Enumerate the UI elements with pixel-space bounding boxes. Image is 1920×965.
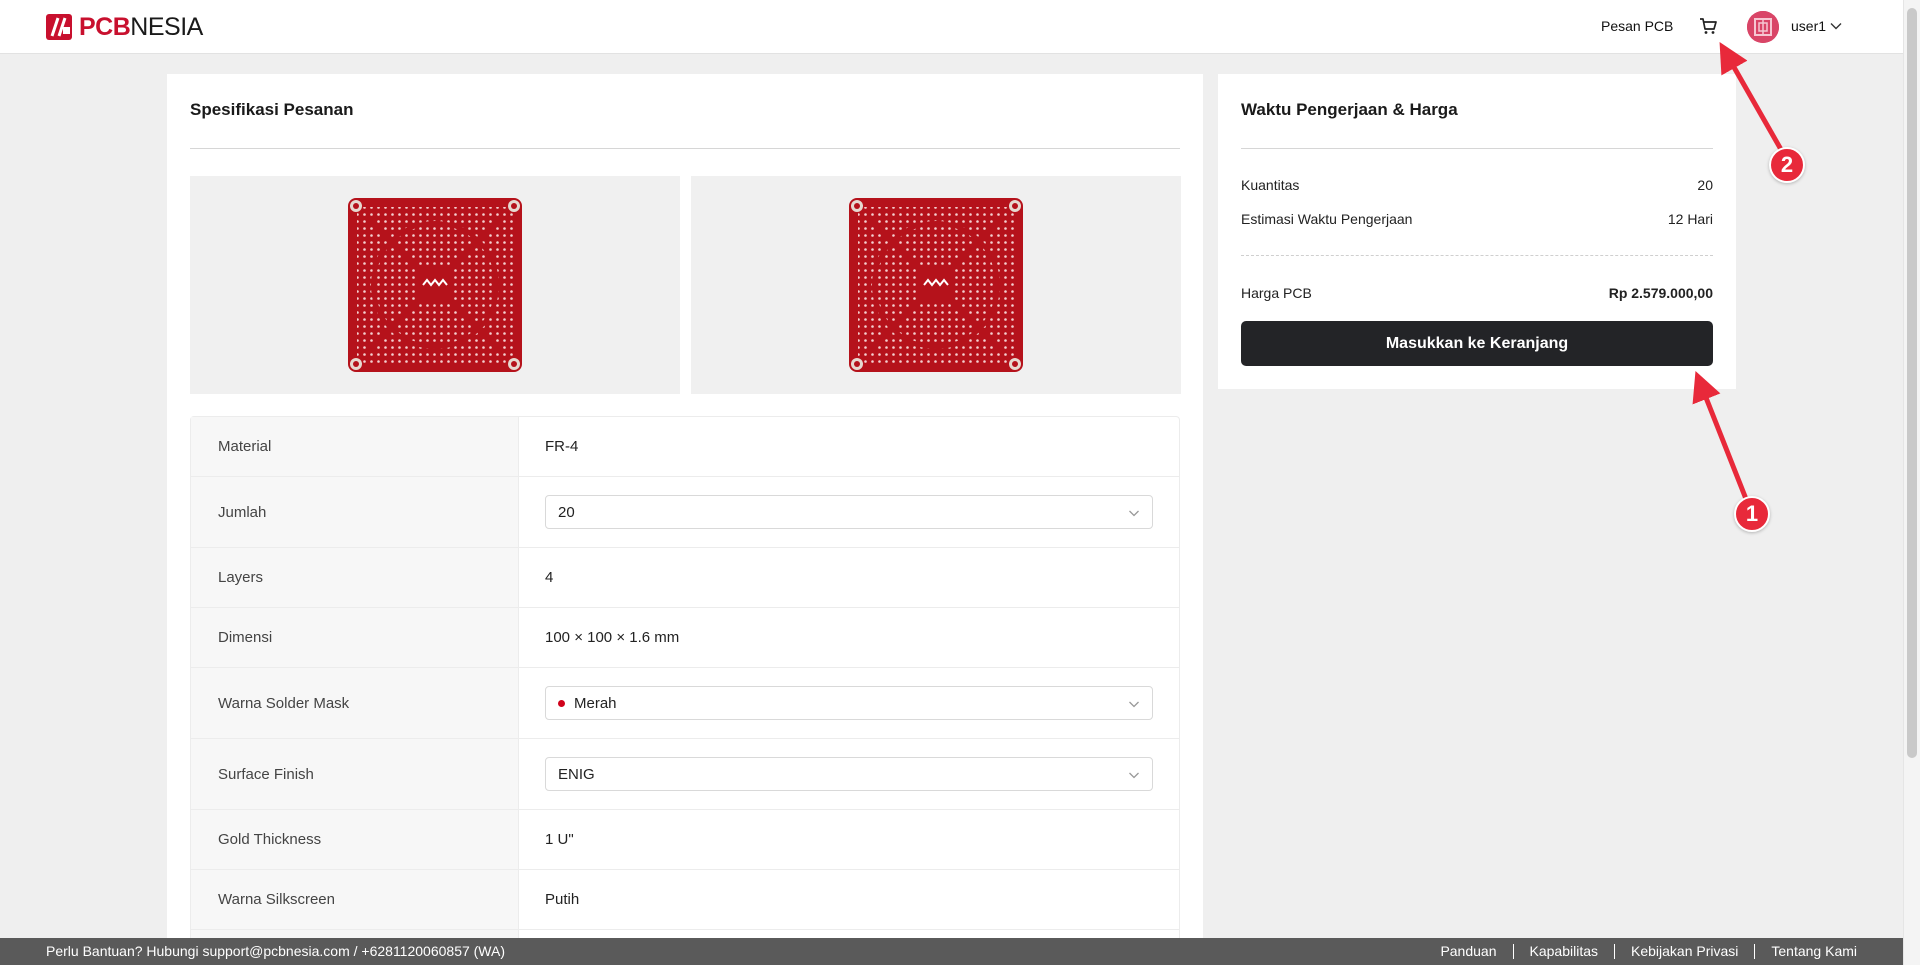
- page-scrollbar[interactable]: [1903, 0, 1920, 965]
- footer: Perlu Bantuan? Hubungi support@pcbnesia.…: [0, 938, 1903, 965]
- annotation-badge-1: 1: [1734, 496, 1770, 532]
- pcb-preview-top: [190, 176, 680, 394]
- dashed-divider: [1241, 255, 1713, 256]
- chevron-down-icon: [1129, 772, 1139, 779]
- annotation-badge-2: 2: [1769, 147, 1805, 183]
- eta-value: 12 Hari: [1667, 211, 1713, 227]
- spec-title: Spesifikasi Pesanan: [190, 100, 354, 119]
- avatar[interactable]: [1747, 11, 1779, 43]
- footer-link-tentang-kami[interactable]: Tentang Kami: [1771, 943, 1857, 959]
- add-to-cart-button[interactable]: Masukkan ke Keranjang: [1241, 321, 1713, 366]
- brand-pcb: PCB: [79, 13, 131, 41]
- chevron-down-icon[interactable]: [1830, 20, 1842, 32]
- cart-icon[interactable]: [1698, 16, 1718, 36]
- spec-label: Gold Thickness: [191, 810, 519, 869]
- color-swatch-icon: [558, 699, 565, 707]
- quantity-select[interactable]: 20: [545, 495, 1153, 529]
- surface-finish-select[interactable]: ENIG: [545, 757, 1153, 791]
- brand-name: PCBNESIA: [79, 12, 203, 42]
- nav-pesan-pcb[interactable]: Pesan PCB: [1601, 18, 1673, 34]
- spec-value-cell: Merah: [519, 668, 1179, 738]
- price-card: Waktu Pengerjaan & Harga Kuantitas 20 Es…: [1218, 74, 1736, 389]
- eta-row: Estimasi Waktu Pengerjaan 12 Hari: [1241, 211, 1713, 227]
- spec-label: Dimensi: [191, 608, 519, 667]
- separator: [1512, 943, 1514, 959]
- spec-value: Putih: [545, 891, 580, 908]
- select-value: ENIG: [558, 765, 595, 783]
- footer-link-kebijakan-privasi[interactable]: Kebijakan Privasi: [1631, 943, 1738, 959]
- separator: [1614, 943, 1615, 959]
- pcb-board-image: [348, 198, 522, 372]
- spec-value-cell: ENIG: [519, 739, 1179, 809]
- avatar-pattern-icon: [1747, 11, 1779, 43]
- divider: [1241, 148, 1713, 149]
- price-value: Rp 2.579.000,00: [1608, 285, 1713, 301]
- spec-label: Warna Solder Mask: [191, 668, 519, 738]
- separator: [1754, 943, 1756, 959]
- spec-row-solder-mask: Warna Solder Mask Merah: [191, 668, 1179, 739]
- select-value: Merah: [574, 694, 617, 712]
- spec-value: 4: [545, 569, 554, 586]
- arrow-1: [1692, 371, 1751, 505]
- spec-card: Spesifikasi Pesanan Material FR-4 Jumlah…: [167, 74, 1203, 965]
- spec-row-jumlah: Jumlah 20: [191, 477, 1179, 548]
- spec-row-layers: Layers 4: [191, 548, 1179, 608]
- divider: [190, 148, 1180, 149]
- pcb-board-image: [849, 198, 1023, 372]
- chevron-down-icon: [1129, 701, 1139, 708]
- select-value: 20: [558, 503, 575, 521]
- brand-nesia: NESIA: [130, 13, 203, 41]
- spec-label: Material: [191, 417, 519, 476]
- spec-row-dimensi: Dimensi 100 × 100 × 1.6 mm: [191, 608, 1179, 668]
- quantity-value: 20: [1697, 177, 1713, 193]
- spec-value-cell: 20: [519, 477, 1179, 547]
- spec-value: 1 U": [545, 831, 574, 848]
- price-label: Harga PCB: [1241, 285, 1312, 301]
- footer-links: Panduan Kapabilitas Kebijakan Privasi Te…: [1440, 943, 1857, 959]
- price-row: Harga PCB Rp 2.579.000,00: [1241, 285, 1713, 301]
- chevron-down-icon: [1129, 510, 1139, 517]
- help-text[interactable]: Perlu Bantuan? Hubungi support@pcbnesia.…: [46, 943, 505, 959]
- solder-mask-select[interactable]: Merah: [545, 686, 1153, 720]
- footer-link-panduan[interactable]: Panduan: [1440, 943, 1496, 959]
- spec-value: FR-4: [545, 438, 579, 455]
- username[interactable]: user1: [1791, 18, 1826, 34]
- pcb-preview-bottom: [691, 176, 1181, 394]
- quantity-row: Kuantitas 20: [1241, 177, 1713, 193]
- scrollbar-thumb[interactable]: [1907, 8, 1917, 758]
- spec-row-silkscreen: Warna Silkscreen Putih: [191, 870, 1179, 930]
- spec-label: Surface Finish: [191, 739, 519, 809]
- quantity-label: Kuantitas: [1241, 177, 1300, 193]
- spec-label: Warna Silkscreen: [191, 870, 519, 929]
- spec-row-surface-finish: Surface Finish ENIG: [191, 739, 1179, 810]
- eta-label: Estimasi Waktu Pengerjaan: [1241, 211, 1413, 227]
- spec-row-gold-thickness: Gold Thickness 1 U": [191, 810, 1179, 870]
- footer-link-kapabilitas[interactable]: Kapabilitas: [1530, 943, 1599, 959]
- spec-label: Layers: [191, 548, 519, 607]
- top-header: PCBNESIA Pesan PCB user1: [0, 0, 1903, 54]
- spec-table: Material FR-4 Jumlah 20 Layers 4 Dimensi…: [190, 416, 1180, 965]
- price-title: Waktu Pengerjaan & Harga: [1241, 100, 1458, 119]
- logo-mark-icon: [46, 14, 72, 40]
- brand-logo[interactable]: PCBNESIA: [45, 12, 203, 42]
- spec-row-material: Material FR-4: [191, 417, 1179, 477]
- spec-label: Jumlah: [191, 477, 519, 547]
- spec-value: 100 × 100 × 1.6 mm: [545, 629, 680, 646]
